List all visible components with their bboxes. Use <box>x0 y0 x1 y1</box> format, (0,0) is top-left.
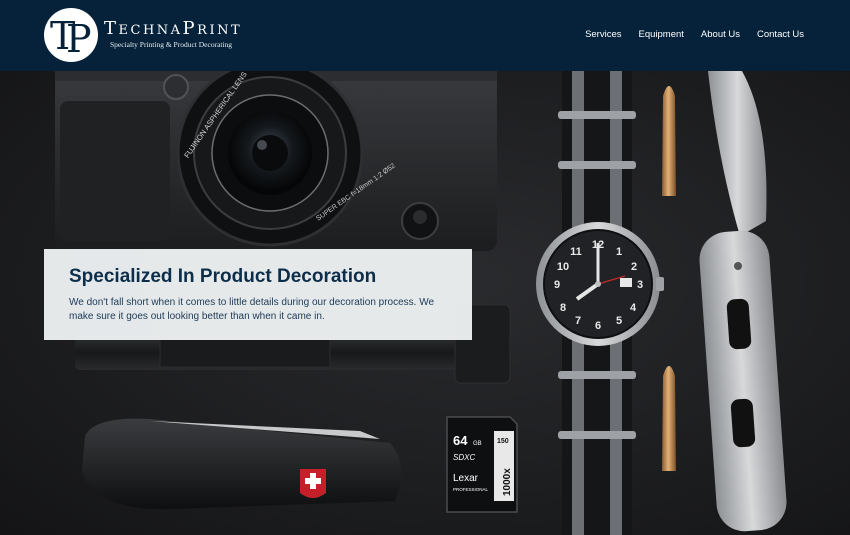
brand-name[interactable]: TechnaPrint <box>104 18 242 39</box>
svg-text:11: 11 <box>570 246 582 258</box>
sd-unit: GB <box>473 441 482 447</box>
svg-text:6: 6 <box>595 320 601 332</box>
svg-text:5: 5 <box>616 315 622 327</box>
sd-speed: 1000x <box>502 468 513 496</box>
camera: FUJINON ASPHERICAL LENS SUPER EBC f=18mm… <box>55 71 497 251</box>
sd-rate: 150 <box>497 438 509 445</box>
folding-knife <box>699 71 787 532</box>
svg-text:9: 9 <box>554 279 560 291</box>
hero-description: We don't fall short when it comes to lit… <box>69 297 435 322</box>
svg-text:1: 1 <box>616 246 622 258</box>
brand-tagline: Specialty Printing & Product Decorating <box>110 40 233 49</box>
nav-item-about-us[interactable]: About Us <box>701 29 740 40</box>
swiss-army-knife <box>82 418 402 510</box>
hero-card: Specialized In Product Decoration We don… <box>44 249 472 340</box>
svg-text:10: 10 <box>557 261 569 273</box>
logo-letter-p: P <box>66 17 92 61</box>
svg-text:8: 8 <box>560 302 566 314</box>
sd-class: SDXC <box>453 453 475 462</box>
site-header: T P TechnaPrint Specialty Printing & Pro… <box>0 0 850 71</box>
bullets <box>662 86 676 471</box>
svg-text:2: 2 <box>631 261 637 273</box>
sd-capacity: 64 <box>453 433 468 448</box>
nav-item-services[interactable]: Services <box>585 29 621 40</box>
nav-item-equipment[interactable]: Equipment <box>639 29 684 40</box>
sd-line: PROFESSIONAL <box>453 487 489 492</box>
sd-card: 64 GB SDXC Lexar PROFESSIONAL 150 1000x <box>446 416 518 513</box>
logo-mark[interactable]: T P <box>44 8 98 62</box>
svg-text:3: 3 <box>637 279 643 291</box>
main-nav: Services Equipment About Us Contact Us <box>585 29 804 40</box>
sd-brand: Lexar <box>453 473 479 484</box>
wristwatch: 12 3 6 9 1 2 4 5 7 8 10 11 <box>536 222 664 346</box>
nav-item-contact-us[interactable]: Contact Us <box>757 29 804 40</box>
svg-text:4: 4 <box>630 302 637 314</box>
hero-title: Specialized In Product Decoration <box>69 266 377 287</box>
svg-text:7: 7 <box>575 315 581 327</box>
